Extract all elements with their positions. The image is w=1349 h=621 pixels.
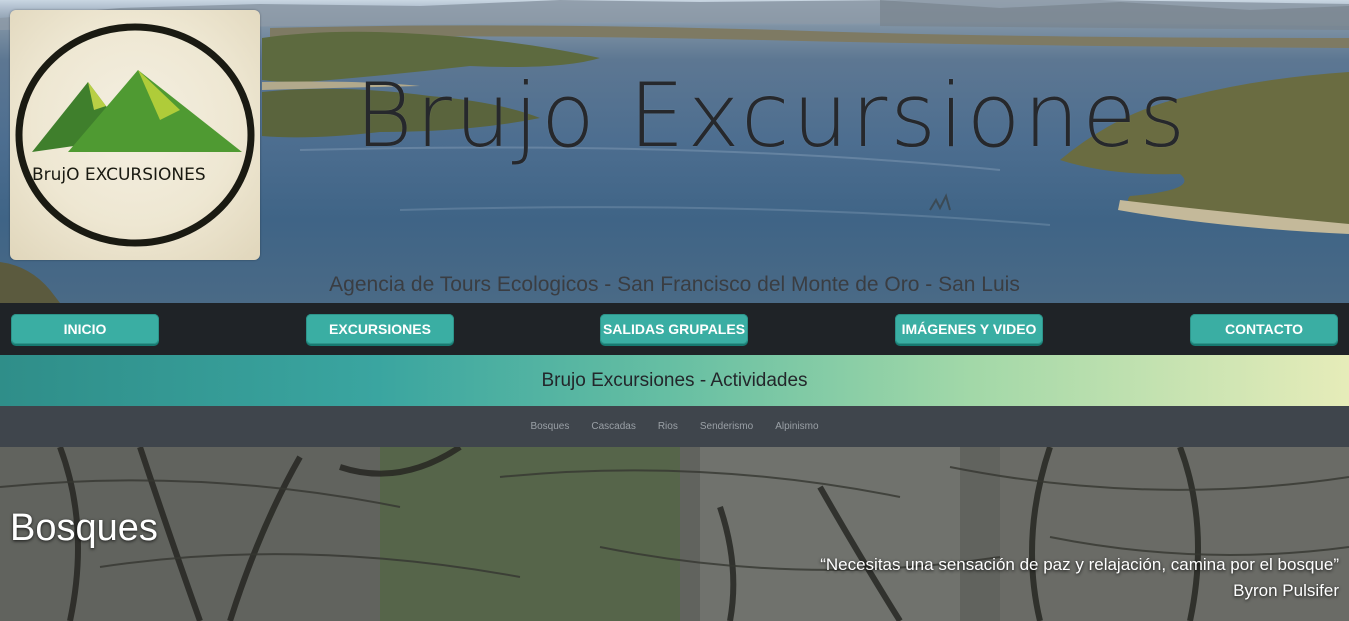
subnav-bosques-link[interactable]: Bosques xyxy=(530,421,569,432)
activities-banner: Brujo Excursiones - Actividades xyxy=(0,355,1349,406)
forest-section: Bosques “Necesitas una sensación de paz … xyxy=(0,447,1349,621)
section-title: Bosques xyxy=(10,507,158,549)
nav-inicio-button[interactable]: INICIO xyxy=(11,314,159,344)
subnav-cascadas-link[interactable]: Cascadas xyxy=(591,421,635,432)
site-title: Brujo Excursiones xyxy=(355,64,1189,167)
page: BrujO EXCURSIONES Brujo Excursiones Agen… xyxy=(0,0,1349,621)
activities-title: Brujo Excursiones - Actividades xyxy=(541,369,808,391)
main-nav: INICIO EXCURSIONES SALIDAS GRUPALES IMÁG… xyxy=(0,303,1349,355)
hero-header: BrujO EXCURSIONES Brujo Excursiones Agen… xyxy=(0,0,1349,303)
subnav-rios-link[interactable]: Rios xyxy=(658,421,678,432)
subnav-alpinismo-link[interactable]: Alpinismo xyxy=(775,421,818,432)
nav-contacto-button[interactable]: CONTACTO xyxy=(1190,314,1338,344)
logo-mountains-icon: BrujO EXCURSIONES xyxy=(15,23,255,247)
quote-author: Byron Pulsifer xyxy=(1233,581,1339,600)
forest-background-image xyxy=(0,447,1349,621)
logo-text: BrujO EXCURSIONES xyxy=(32,165,206,185)
subnav-senderismo-link[interactable]: Senderismo xyxy=(700,421,753,432)
nav-imagenes-video-button[interactable]: IMÁGENES Y VIDEO xyxy=(895,314,1043,344)
nav-excursiones-button[interactable]: EXCURSIONES xyxy=(306,314,454,344)
logo[interactable]: BrujO EXCURSIONES xyxy=(10,10,260,260)
section-quote: “Necesitas una sensación de paz y relaja… xyxy=(820,555,1339,574)
nav-salidas-grupales-button[interactable]: SALIDAS GRUPALES xyxy=(600,314,748,344)
site-subtitle: Agencia de Tours Ecologicos - San Franci… xyxy=(329,273,1020,296)
activities-subnav: Bosques Cascadas Rios Senderismo Alpinis… xyxy=(0,406,1349,447)
